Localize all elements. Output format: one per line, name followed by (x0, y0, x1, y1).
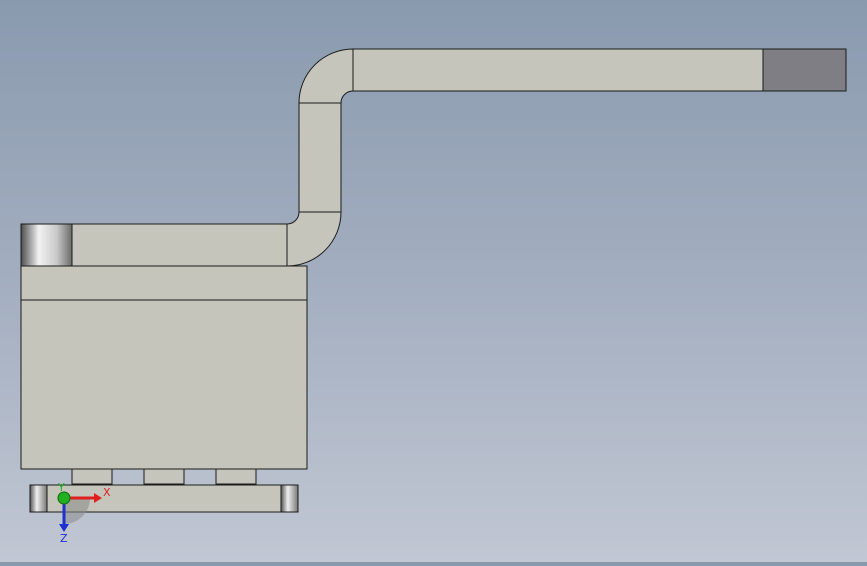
upper-elbow[interactable] (298, 48, 354, 104)
duct-end-cap[interactable] (762, 48, 847, 92)
housing-foot[interactable] (143, 468, 185, 485)
housing-foot[interactable] (71, 468, 113, 485)
lower-elbow[interactable] (286, 211, 342, 267)
y-axis-label: Y (57, 481, 65, 494)
z-axis-label: Z (60, 532, 68, 545)
cad-model-view[interactable]: X Y Z (0, 0, 867, 562)
housing-body[interactable] (20, 299, 308, 470)
lower-duct[interactable] (71, 223, 288, 267)
base-plate-left-cap[interactable] (29, 484, 48, 513)
z-axis-arrowhead (59, 524, 69, 532)
duct-assembly[interactable] (20, 48, 847, 267)
housing-foot[interactable] (215, 468, 257, 485)
cad-viewport[interactable]: X Y Z (0, 0, 867, 562)
upper-duct[interactable] (352, 48, 764, 92)
housing-top-band[interactable] (20, 265, 308, 301)
vertical-duct[interactable] (298, 102, 342, 213)
x-axis-label: X (103, 486, 111, 499)
base-plate-right-cap[interactable] (280, 484, 299, 513)
housing-block[interactable] (20, 265, 308, 485)
duct-cylinder-end[interactable] (20, 223, 73, 267)
